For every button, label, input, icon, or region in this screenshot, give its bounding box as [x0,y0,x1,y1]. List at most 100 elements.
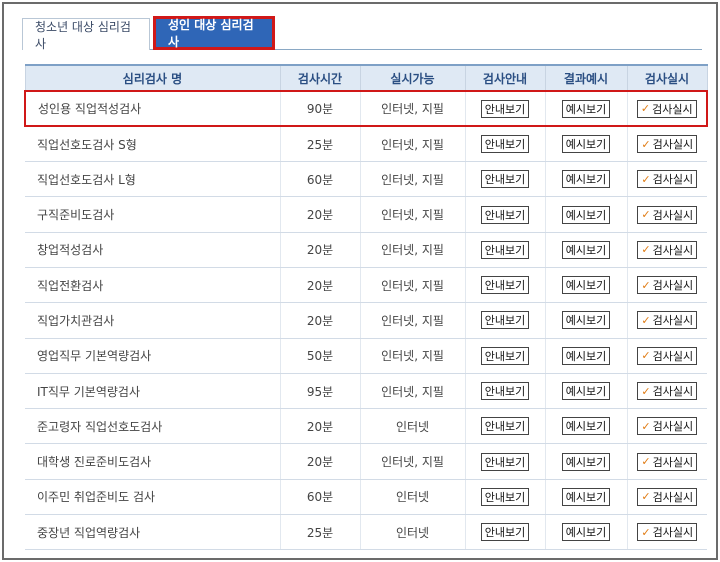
sample-cell: 예시보기 [544,443,627,480]
run-test-button[interactable]: ✓ 검사실시 [637,205,698,224]
view-sample-button[interactable]: 예시보기 [562,99,610,118]
sample-cell: 예시보기 [544,302,627,339]
run-test-label: 검사실시 [652,243,694,257]
view-guide-button[interactable]: 안내보기 [481,205,529,224]
view-guide-button[interactable]: 안내보기 [481,99,529,118]
test-time: 25분 [279,126,360,163]
guide-cell: 안내보기 [464,408,545,445]
view-sample-button[interactable]: 예시보기 [562,240,610,259]
tab-youth-tests[interactable]: 청소년 대상 심리검사 [22,18,150,51]
view-sample-button[interactable]: 예시보기 [562,276,610,295]
run-test-button[interactable]: ✓ 검사실시 [637,276,698,295]
checkmark-icon: ✓ [641,525,651,539]
test-time: 90분 [279,89,360,128]
test-time: 20분 [279,196,360,233]
run-test-button[interactable]: ✓ 검사실시 [637,240,698,259]
checkmark-icon: ✓ [641,490,651,504]
run-test-button[interactable]: ✓ 검사실시 [637,382,698,401]
run-cell: ✓ 검사실시 [626,126,707,163]
run-cell: ✓ 검사실시 [626,479,707,516]
run-test-button[interactable]: ✓ 검사실시 [637,135,698,154]
view-guide-button[interactable]: 안내보기 [481,135,529,154]
tab-adult-tests[interactable]: 성인 대상 심리검사 [153,16,275,50]
guide-cell: 안내보기 [464,126,545,163]
test-time: 20분 [279,443,360,480]
test-name: 대학생 진로준비도검사 [25,443,280,480]
run-test-label: 검사실시 [652,279,694,293]
run-test-label: 검사실시 [652,349,694,363]
view-guide-button[interactable]: 안내보기 [481,417,529,436]
view-sample-button[interactable]: 예시보기 [562,487,610,506]
view-guide-button[interactable]: 안내보기 [481,487,529,506]
guide-cell: 안내보기 [464,443,545,480]
table-row: 대학생 진로준비도검사 20분 인터넷, 지필 안내보기 예시보기 ✓ 검사실시 [25,443,707,480]
checkmark-icon: ✓ [641,208,651,222]
available-mode: 인터넷, 지필 [359,443,465,480]
view-sample-button[interactable]: 예시보기 [562,135,610,154]
checkmark-icon: ✓ [641,243,651,257]
table-row: 구직준비도검사 20분 인터넷, 지필 안내보기 예시보기 ✓ 검사실시 [25,196,707,233]
available-mode: 인터넷, 지필 [359,196,465,233]
table-row: 중장년 직업역량검사 25분 인터넷 안내보기 예시보기 ✓ 검사실시 [25,514,707,551]
run-test-label: 검사실시 [652,455,694,469]
test-name: IT직무 기본역량검사 [25,373,280,410]
view-sample-button[interactable]: 예시보기 [562,523,610,542]
sample-cell: 예시보기 [544,338,627,374]
run-test-label: 검사실시 [652,314,694,328]
sample-cell: 예시보기 [544,408,627,445]
view-sample-button[interactable]: 예시보기 [562,205,610,224]
run-cell: ✓ 검사실시 [626,232,707,268]
run-test-button[interactable]: ✓ 검사실시 [637,417,698,436]
guide-cell: 안내보기 [464,161,545,198]
sample-cell: 예시보기 [544,232,627,268]
run-cell: ✓ 검사실시 [626,408,707,445]
test-time: 20분 [279,267,360,304]
view-guide-button[interactable]: 안내보기 [481,170,529,189]
run-test-button[interactable]: ✓ 검사실시 [637,523,698,542]
view-sample-button[interactable]: 예시보기 [562,311,610,330]
sample-cell: 예시보기 [544,89,627,128]
available-mode: 인터넷, 지필 [359,161,465,198]
view-guide-button[interactable]: 안내보기 [481,523,529,542]
view-guide-button[interactable]: 안내보기 [481,382,529,401]
tab-bar: 청소년 대상 심리검사 성인 대상 심리검사 [22,16,702,51]
run-test-button[interactable]: ✓ 검사실시 [636,99,697,118]
view-sample-button[interactable]: 예시보기 [562,170,610,189]
checkmark-icon: ✓ [641,384,651,398]
sample-cell: 예시보기 [544,514,627,551]
view-sample-button[interactable]: 예시보기 [562,417,610,436]
header-test-guide: 검사안내 [464,64,546,92]
run-test-button[interactable]: ✓ 검사실시 [637,346,698,365]
table-row: 직업선호도검사 S형 25분 인터넷, 지필 안내보기 예시보기 ✓ 검사실시 [25,126,707,163]
run-cell: ✓ 검사실시 [626,89,708,128]
run-cell: ✓ 검사실시 [626,514,707,551]
run-test-button[interactable]: ✓ 검사실시 [637,170,698,189]
table-row: 창업적성검사 20분 인터넷, 지필 안내보기 예시보기 ✓ 검사실시 [25,232,707,268]
sample-cell: 예시보기 [544,161,627,198]
available-mode: 인터넷, 지필 [359,126,465,163]
run-test-button[interactable]: ✓ 검사실시 [637,487,698,506]
run-test-label: 검사실시 [652,102,693,116]
table-row: 영업직무 기본역량검사 50분 인터넷, 지필 안내보기 예시보기 ✓ 검사실시 [25,338,707,374]
checkmark-icon: ✓ [641,419,651,433]
run-test-button[interactable]: ✓ 검사실시 [637,311,698,330]
view-guide-button[interactable]: 안내보기 [481,346,529,365]
view-guide-button[interactable]: 안내보기 [481,311,529,330]
view-guide-button[interactable]: 안내보기 [481,240,529,259]
view-guide-button[interactable]: 안내보기 [481,452,529,471]
test-name: 창업적성검사 [25,232,280,268]
view-guide-button[interactable]: 안내보기 [481,276,529,295]
run-cell: ✓ 검사실시 [626,196,707,233]
run-test-button[interactable]: ✓ 검사실시 [637,452,698,471]
view-sample-button[interactable]: 예시보기 [562,452,610,471]
view-sample-button[interactable]: 예시보기 [562,382,610,401]
table-row: 성인용 직업적성검사 90분 인터넷, 지필 안내보기 예시보기 ✓ 검사실시 [24,89,708,128]
run-test-label: 검사실시 [652,385,694,399]
view-sample-button[interactable]: 예시보기 [562,346,610,365]
test-name: 직업전환검사 [25,267,280,304]
guide-cell: 안내보기 [464,267,545,304]
table-body: 성인용 직업적성검사 90분 인터넷, 지필 안내보기 예시보기 ✓ 검사실시 직업선호도검사… [24,89,708,551]
checkmark-icon: ✓ [641,349,651,363]
checkmark-icon: ✓ [641,278,651,292]
sample-cell: 예시보기 [544,267,627,304]
